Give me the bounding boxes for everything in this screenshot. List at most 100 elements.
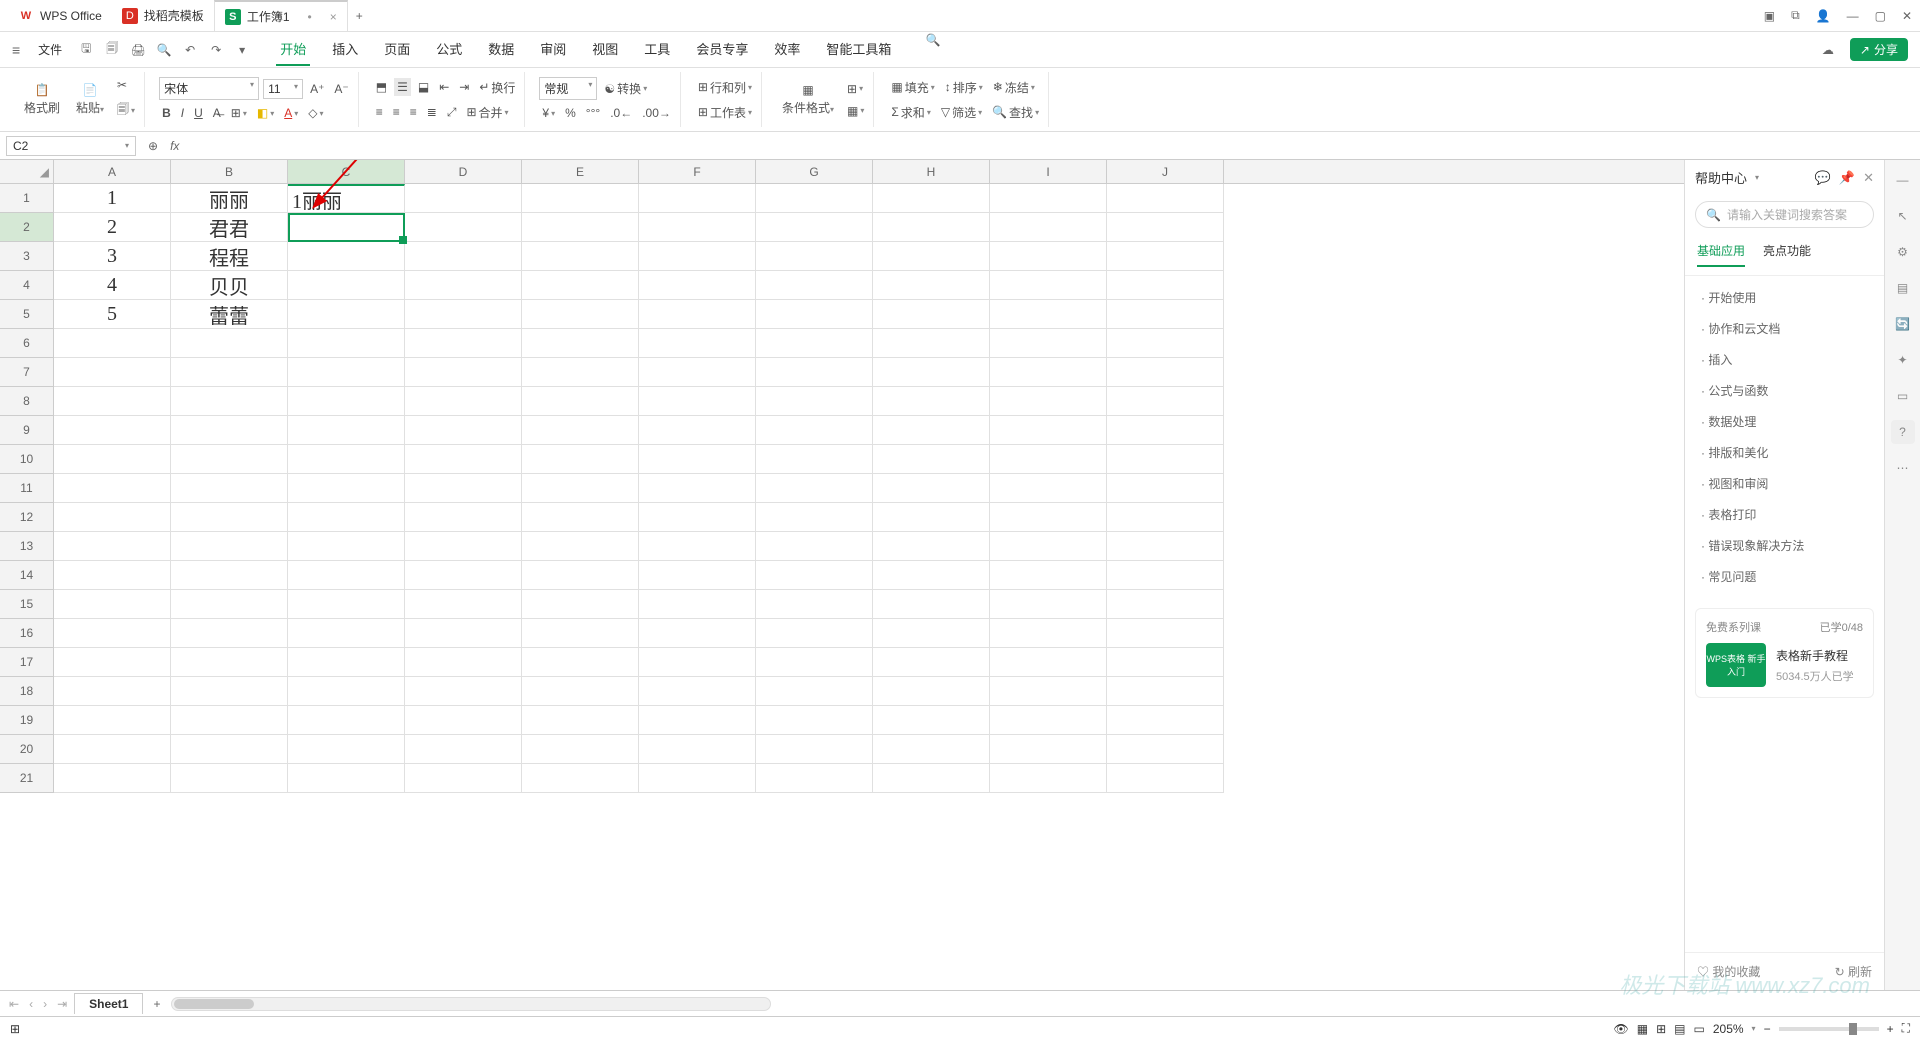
percent-icon[interactable]: %	[562, 104, 579, 122]
share-button[interactable]: ↗ 分享	[1850, 38, 1908, 61]
cell-J18[interactable]	[1107, 677, 1224, 706]
cell-C5[interactable]	[288, 300, 405, 329]
cell-D21[interactable]	[405, 764, 522, 793]
cell-C13[interactable]	[288, 532, 405, 561]
cell-F7[interactable]	[639, 358, 756, 387]
cell-F16[interactable]	[639, 619, 756, 648]
cell-B11[interactable]	[171, 474, 288, 503]
cell-J7[interactable]	[1107, 358, 1224, 387]
feedback-icon[interactable]: 💬	[1815, 170, 1831, 186]
more-icon[interactable]: ⋯	[1891, 456, 1915, 480]
cell-H8[interactable]	[873, 387, 990, 416]
cell-I9[interactable]	[990, 416, 1107, 445]
help-item[interactable]: 插入	[1685, 344, 1884, 375]
cell-E12[interactable]	[522, 503, 639, 532]
cell-D5[interactable]	[405, 300, 522, 329]
cell-G5[interactable]	[756, 300, 873, 329]
cell-J1[interactable]	[1107, 184, 1224, 213]
cell-D16[interactable]	[405, 619, 522, 648]
cell-F6[interactable]	[639, 329, 756, 358]
indent-increase-icon[interactable]: ⇥	[456, 78, 472, 96]
cell-E4[interactable]	[522, 271, 639, 300]
row-header[interactable]: 19	[0, 706, 54, 735]
sheet-next-icon[interactable]: ›	[40, 997, 50, 1011]
cell-A12[interactable]	[54, 503, 171, 532]
cell-B18[interactable]	[171, 677, 288, 706]
cloud-icon[interactable]: ☁	[1818, 43, 1838, 57]
cell-B2[interactable]: 君君	[171, 213, 288, 242]
cell-I20[interactable]	[990, 735, 1107, 764]
pin-icon[interactable]: 📌	[1839, 170, 1855, 186]
cell-E17[interactable]	[522, 648, 639, 677]
cell-C6[interactable]	[288, 329, 405, 358]
cell-D20[interactable]	[405, 735, 522, 764]
row-header[interactable]: 17	[0, 648, 54, 677]
tab-ai[interactable]: 智能工具箱	[822, 33, 895, 66]
row-header[interactable]: 21	[0, 764, 54, 793]
increase-font-icon[interactable]: A⁺	[307, 80, 327, 98]
cell-G14[interactable]	[756, 561, 873, 590]
cell-F12[interactable]	[639, 503, 756, 532]
cell-F11[interactable]	[639, 474, 756, 503]
cell-A4[interactable]: 4	[54, 271, 171, 300]
cell-A21[interactable]	[54, 764, 171, 793]
select-icon[interactable]: ↖	[1891, 204, 1915, 228]
cell-J16[interactable]	[1107, 619, 1224, 648]
cell-H5[interactable]	[873, 300, 990, 329]
help-item[interactable]: 表格打印	[1685, 499, 1884, 530]
status-mode-icon[interactable]: ⊞	[10, 1022, 20, 1036]
cell-J11[interactable]	[1107, 474, 1224, 503]
cell-C11[interactable]	[288, 474, 405, 503]
app-tab-template[interactable]: D 找稻壳模板	[112, 0, 214, 31]
convert-button[interactable]: ☯ 转换▾	[601, 78, 650, 99]
cell-D9[interactable]	[405, 416, 522, 445]
currency-icon[interactable]: ¥▾	[539, 104, 558, 122]
cut-icon[interactable]: ✂	[114, 76, 138, 94]
cell-B19[interactable]	[171, 706, 288, 735]
cell-B15[interactable]	[171, 590, 288, 619]
cell-B21[interactable]	[171, 764, 288, 793]
clear-format-icon[interactable]: ◇▾	[305, 104, 326, 122]
cell-H16[interactable]	[873, 619, 990, 648]
cell-A15[interactable]	[54, 590, 171, 619]
cell-A1[interactable]: 1	[54, 184, 171, 213]
cell-B5[interactable]: 蕾蕾	[171, 300, 288, 329]
cell-B17[interactable]	[171, 648, 288, 677]
help-item[interactable]: 错误现象解决方法	[1685, 530, 1884, 561]
zoom-in-icon[interactable]: +	[1887, 1022, 1894, 1036]
cell-J9[interactable]	[1107, 416, 1224, 445]
cell-H1[interactable]	[873, 184, 990, 213]
view-eye-icon[interactable]: 👁	[1614, 1022, 1629, 1036]
worksheet-button[interactable]: ⊞ 工作表▾	[695, 102, 755, 123]
copy-icon[interactable]: 🗐▾	[114, 98, 138, 123]
help-item[interactable]: 视图和审阅	[1685, 468, 1884, 499]
cell-H17[interactable]	[873, 648, 990, 677]
grid[interactable]: 11丽丽1丽丽22君君33程程44贝贝55蕾蕾67891011121314151…	[0, 184, 1684, 793]
select-all-corner[interactable]: ◢	[0, 160, 54, 183]
zoom-out-icon[interactable]: −	[1764, 1022, 1771, 1036]
cell-G19[interactable]	[756, 706, 873, 735]
cell-A9[interactable]	[54, 416, 171, 445]
row-header[interactable]: 18	[0, 677, 54, 706]
cell-E20[interactable]	[522, 735, 639, 764]
cell-D18[interactable]	[405, 677, 522, 706]
row-header[interactable]: 15	[0, 590, 54, 619]
cell-G20[interactable]	[756, 735, 873, 764]
help-tab-basic[interactable]: 基础应用	[1697, 242, 1745, 267]
cell-A13[interactable]	[54, 532, 171, 561]
cell-F2[interactable]	[639, 213, 756, 242]
tab-close[interactable]: ×	[330, 10, 337, 24]
decrease-font-icon[interactable]: A⁻	[331, 80, 351, 98]
font-select[interactable]: 宋体▾	[159, 77, 259, 100]
cell-C2[interactable]	[288, 213, 405, 242]
orientation-icon[interactable]: ⤢	[444, 103, 460, 122]
cell-C7[interactable]	[288, 358, 405, 387]
cell-A18[interactable]	[54, 677, 171, 706]
tab-tools[interactable]: 工具	[640, 33, 674, 66]
cancel-formula-icon[interactable]: ⊕	[142, 139, 164, 153]
cell-G16[interactable]	[756, 619, 873, 648]
row-header[interactable]: 3	[0, 242, 54, 271]
cell-C20[interactable]	[288, 735, 405, 764]
view-page-icon[interactable]: ▤	[1674, 1022, 1685, 1036]
cell-A3[interactable]: 3	[54, 242, 171, 271]
